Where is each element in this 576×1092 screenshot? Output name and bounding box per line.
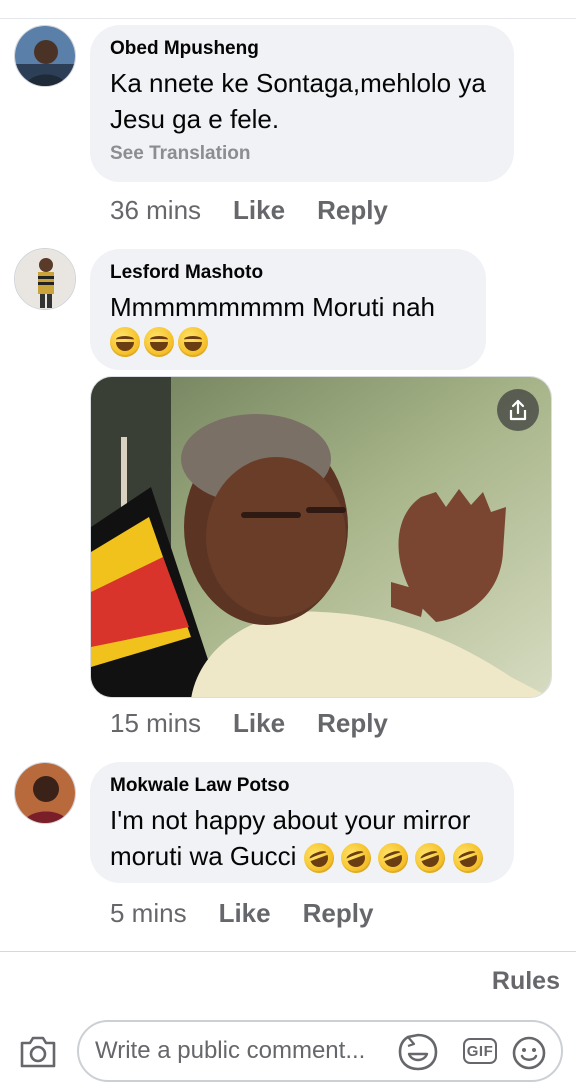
rules-link[interactable]: Rules (492, 967, 560, 996)
sticker-icon[interactable] (397, 1032, 439, 1077)
see-translation-link[interactable]: See Translation (110, 143, 494, 165)
comment-input[interactable]: Write a public comment... (95, 1037, 365, 1065)
share-button[interactable] (497, 389, 539, 431)
smiley-icon[interactable] (511, 1035, 547, 1076)
comment-text: Mmmmmmmmm Moruti nah (110, 292, 435, 322)
comment-time: 5 mins (110, 898, 187, 928)
comment-time: 15 mins (110, 708, 202, 738)
comment-author[interactable]: Lesford Mashoto (110, 261, 466, 285)
comment-author[interactable]: Mokwale Law Potso (110, 774, 494, 798)
reply-button[interactable]: Reply (317, 708, 388, 739)
comment-meta: 36 mins Like Reply (110, 195, 420, 226)
camera-icon[interactable] (18, 1034, 58, 1075)
comment-meta: 15 mins Like Reply (110, 708, 420, 739)
rolling-laughing-emoji (373, 838, 413, 878)
avatar[interactable] (14, 248, 76, 310)
comment-time: 36 mins (110, 195, 202, 225)
avatar[interactable] (14, 25, 76, 87)
rolling-laughing-emoji (299, 838, 338, 878)
reply-button[interactable]: Reply (317, 195, 388, 226)
comment-photo[interactable] (90, 376, 552, 698)
top-divider (0, 18, 576, 19)
footer-divider (0, 951, 576, 952)
comment-bubble[interactable]: Obed Mpusheng Ka nnete ke Sontaga,mehlol… (90, 25, 514, 182)
like-button[interactable]: Like (233, 195, 285, 226)
comment-text: Ka nnete ke Sontaga,mehlolo ya Jesu ga e… (110, 68, 486, 134)
like-button[interactable]: Like (219, 898, 271, 929)
comment-bubble[interactable]: Mokwale Law Potso I'm not happy about yo… (90, 762, 514, 883)
like-button[interactable]: Like (233, 708, 285, 739)
reply-button[interactable]: Reply (303, 898, 374, 929)
comment-composer[interactable]: Write a public comment... GIF (77, 1020, 563, 1082)
gif-icon[interactable]: GIF (463, 1038, 497, 1064)
grinning-sweat-emoji (178, 327, 208, 357)
comment-bubble[interactable]: Lesford Mashoto Mmmmmmmmm Moruti nah (90, 249, 486, 370)
rolling-laughing-emoji (336, 838, 376, 878)
rolling-laughing-emoji (411, 838, 450, 878)
grinning-sweat-emoji (110, 327, 140, 357)
comment-text: I'm not happy about your mirror moruti w… (110, 802, 494, 878)
rolling-laughing-emoji (448, 838, 487, 878)
emoji-row (110, 327, 466, 357)
grinning-sweat-emoji (144, 327, 174, 357)
comment-author[interactable]: Obed Mpusheng (110, 37, 494, 61)
share-icon (509, 399, 527, 421)
comment-meta: 5 mins Like Reply (110, 898, 405, 929)
avatar[interactable] (14, 762, 76, 824)
